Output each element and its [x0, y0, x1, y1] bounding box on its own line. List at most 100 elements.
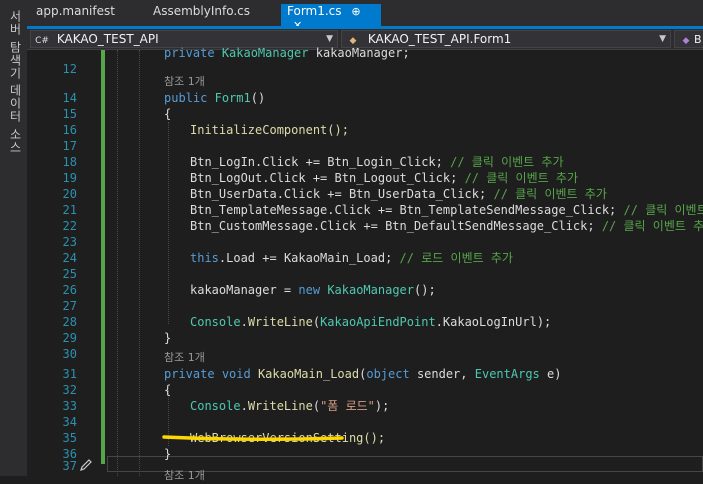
code-line-12: private KakaoManager kakaoManager; [164, 45, 410, 61]
comment: // 클릭 이벤트 추가 [450, 155, 564, 169]
line-number: 12 [62, 62, 77, 76]
tab-label: AssemblyInfo.cs [153, 4, 251, 18]
pin-icon[interactable]: ⊕ [351, 5, 360, 18]
reference-count[interactable]: 참조 1개 [164, 350, 205, 366]
keyword: void [221, 367, 251, 381]
document-tab-bar: app.manifest AssemblyInfo.cs Form1.cs ⊕ … [27, 0, 703, 32]
keyword: this [190, 251, 219, 265]
code-line-26: kakaoManager = new KakaoManager(); [190, 282, 436, 298]
type-name: KakaoManager [327, 283, 415, 297]
keyword: public [164, 91, 208, 105]
member-icon: ◆ [682, 36, 690, 46]
handler-name: Btn_UserData_Click; [348, 187, 487, 201]
code-text: (); [414, 283, 436, 297]
line-number: 29 [62, 331, 77, 345]
line-number: 30 [62, 347, 77, 361]
type-name: KakaoManager [221, 46, 309, 60]
code-text: Btn_TemplateMessage.Click += [190, 203, 393, 217]
code-line-28: Console.WriteLine(KakaoApiEndPoint.Kakao… [190, 315, 552, 329]
tab-app-manifest[interactable]: app.manifest [30, 4, 121, 26]
code-text: ); [374, 399, 390, 413]
line-number: 23 [62, 235, 77, 249]
type-name: Console [190, 399, 241, 413]
type-name: KakaoApiEndPoint [320, 315, 436, 329]
change-tracking-bar [101, 50, 105, 464]
line-number: 22 [62, 219, 77, 233]
handler-name: Btn_Login_Click; [327, 155, 443, 169]
chevron-down-icon[interactable]: ▼ [659, 31, 666, 47]
comment: // 클릭 이벤트 추가 [601, 219, 703, 233]
line-number: 31 [62, 367, 77, 381]
keyword: new [298, 283, 321, 297]
line-number: 25 [62, 267, 77, 281]
type-name: EventArgs [474, 367, 540, 381]
code-line-22: Btn_CustomMessage.Click += Btn_DefaultSe… [190, 218, 703, 234]
code-line-31: private void KakaoMain_Load(object sende… [164, 366, 561, 382]
type-name: Console [190, 315, 241, 329]
code-line-20: Btn_UserData.Click += Btn_UserData_Click… [190, 186, 607, 202]
keyword: private [164, 46, 215, 60]
yellow-underline-annotation [162, 435, 344, 441]
line-number: 37 [62, 459, 77, 473]
code-text: Btn_LogIn.Click += [190, 155, 321, 169]
comment: // 로드 이벤트 추가 [399, 251, 513, 265]
reference-count[interactable]: 참조 1개 [164, 468, 205, 484]
pencil-icon[interactable] [79, 458, 93, 472]
left-tool-strip: 서버 탐색기 데이터 소스 [0, 0, 28, 476]
comment: // 클릭 이벤트 추가 [464, 171, 578, 185]
line-number: 19 [62, 171, 77, 185]
code-text: e) [547, 367, 562, 381]
type-name: Form1 [214, 91, 251, 105]
server-explorer-tab[interactable]: 서버 탐색기 [4, 6, 24, 84]
handler-name: Btn_TemplateSendMessage_Click; [399, 203, 617, 217]
handler-name: KakaoMain_Load; [283, 251, 393, 265]
code-editor[interactable]: 12 14 15 16 17 18 19 20 21 22 23 24 25 2… [27, 46, 703, 482]
line-number: 28 [62, 315, 77, 329]
reference-count[interactable]: 참조 1개 [164, 74, 205, 90]
method-call: WriteLine [247, 315, 313, 329]
code-text: sender, [416, 367, 468, 381]
csharp-project-icon: C# [35, 36, 49, 46]
line-number: 17 [62, 139, 77, 153]
member-dropdown[interactable]: ◆ B [674, 30, 703, 48]
code-text: Btn_CustomMessage.Click += [190, 219, 378, 233]
code-line-16: InitializeComponent(); [190, 122, 349, 138]
tab-form1[interactable]: Form1.cs ⊕ ✕ [281, 4, 381, 32]
line-number: 21 [62, 203, 77, 217]
tab-assemblyinfo[interactable]: AssemblyInfo.cs [147, 4, 256, 26]
tab-label: Form1.cs [287, 4, 342, 18]
code-line-14: public Form1() [164, 90, 265, 106]
code-text: .KakaoLogInUrl); [435, 315, 552, 329]
indent-guide [139, 50, 140, 476]
member-name: B [694, 33, 702, 46]
code-line-19: Btn_LogOut.Click += Btn_Logout_Click; //… [190, 170, 578, 186]
code-text: ( [312, 399, 321, 413]
line-number: 14 [62, 91, 77, 105]
keyword: private [164, 367, 215, 381]
line-number: 32 [62, 383, 77, 397]
method-name: KakaoMain_Load [257, 367, 360, 381]
line-number: 18 [62, 155, 77, 169]
code-text: .Load += [218, 251, 277, 265]
handler-name: Btn_DefaultSendMessage_Click; [385, 219, 595, 233]
line-number: 15 [62, 107, 77, 121]
indent-guide [117, 50, 118, 476]
line-number: 16 [62, 123, 77, 137]
data-sources-tab[interactable]: 데이터 소스 [4, 80, 24, 158]
method-call: InitializeComponent(); [190, 123, 349, 137]
code-line-33: Console.WriteLine("폼 로드"); [190, 399, 390, 413]
code-text: kakaoManager; [315, 46, 410, 60]
line-number: 34 [62, 415, 77, 429]
method-call: WriteLine [247, 399, 313, 413]
code-line-18: Btn_LogIn.Click += Btn_Login_Click; // 클… [190, 154, 564, 170]
code-text: () [250, 91, 266, 105]
code-line-24: this.Load += KakaoMain_Load; // 로드 이벤트 추… [190, 250, 513, 266]
code-line-29: } [164, 331, 172, 345]
tab-label: app.manifest [36, 4, 115, 18]
handler-name: Btn_Logout_Click; [334, 171, 458, 185]
code-line-21: Btn_TemplateMessage.Click += Btn_Templat… [190, 202, 703, 218]
code-text: Btn_UserData.Click += [190, 187, 342, 201]
code-line-32: { [164, 383, 172, 397]
keyword: object [366, 367, 410, 381]
comment: // 클릭 이벤트 추가 [623, 203, 703, 217]
